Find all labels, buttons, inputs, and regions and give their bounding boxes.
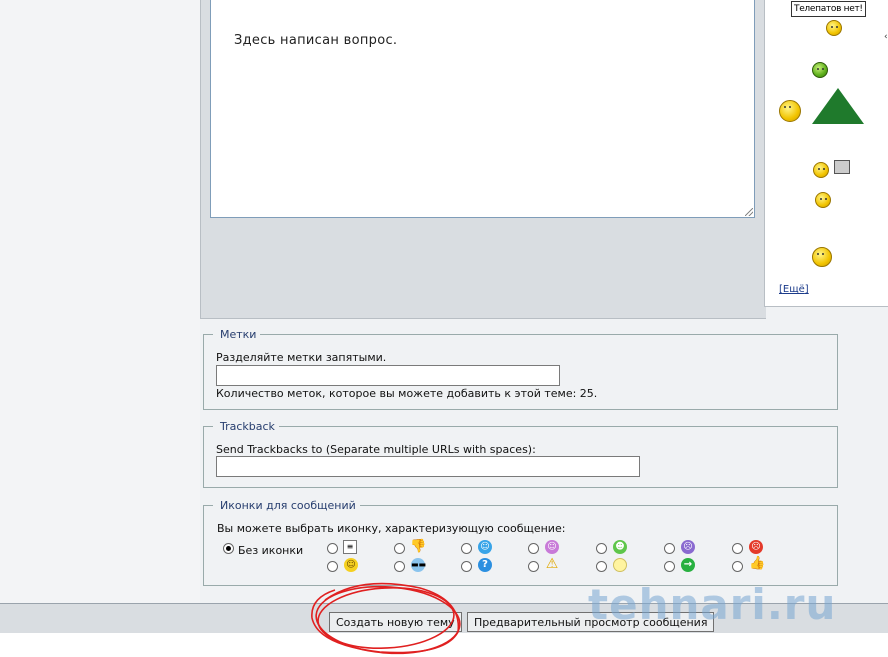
- watermark: tehnari.ru: [588, 580, 837, 629]
- post-icons-description: Вы можете выбрать иконку, характеризующу…: [217, 522, 566, 535]
- tags-hint: Разделяйте метки запятыми.: [216, 351, 387, 364]
- warning-icon: ⚠: [545, 556, 559, 572]
- create-topic-button[interactable]: Создать новую тему: [329, 612, 462, 632]
- trackback-input[interactable]: [216, 456, 640, 477]
- page-footer: [0, 633, 888, 657]
- christmas-tree-icon: [812, 88, 864, 124]
- grin-icon: ☻: [613, 540, 627, 554]
- cool-icon: ▬▬: [411, 558, 426, 572]
- telepath-smiley-icon[interactable]: [826, 20, 842, 36]
- monitor-icon: [834, 160, 850, 174]
- thumbs-down-icon: 👎: [410, 539, 427, 554]
- christmas-smiley-icon[interactable]: [779, 100, 801, 122]
- icon-radio-smile-purple[interactable]: [528, 543, 539, 554]
- thumbs-up-icon: 👍: [749, 556, 766, 571]
- tags-legend: Метки: [216, 328, 261, 341]
- icon-radio-sad-purple[interactable]: [664, 543, 675, 554]
- smiley-tooltip: Телепатов нет!: [791, 1, 866, 17]
- trackback-legend: Trackback: [216, 420, 279, 433]
- icon-radio-question[interactable]: [461, 561, 472, 572]
- dizzy-smiley-icon[interactable]: [812, 247, 832, 267]
- icon-radio-grin[interactable]: [596, 543, 607, 554]
- icon-radio-thumbs-down[interactable]: [394, 543, 405, 554]
- icon-radio-cool[interactable]: [394, 561, 405, 572]
- question-icon: ?: [478, 558, 492, 572]
- icon-radio-warning[interactable]: [528, 561, 539, 572]
- icon-radio-smile-yellow[interactable]: [327, 561, 338, 572]
- more-bracket-close: ]: [804, 284, 809, 295]
- computer-smiley-icon[interactable]: [813, 162, 829, 178]
- sad-purple-icon: ☹: [681, 540, 695, 554]
- icon-radio-smile-blue[interactable]: [461, 543, 472, 554]
- icon-radio-lightbulb[interactable]: [596, 561, 607, 572]
- icon-radio-document[interactable]: [327, 543, 338, 554]
- thinking-smiley-icon[interactable]: [815, 192, 831, 208]
- page-background-left: [0, 0, 200, 603]
- no-icon-radio[interactable]: [223, 543, 234, 554]
- smile-yellow-icon: ☺: [344, 558, 358, 572]
- smile-purple-icon: ☺: [545, 540, 559, 554]
- collapse-arrow-icon[interactable]: ‹: [884, 32, 888, 42]
- more-smilies-link[interactable]: [Ещё]: [779, 284, 809, 295]
- no-icon-label: Без иконки: [238, 544, 304, 557]
- resize-handle-icon[interactable]: [745, 208, 753, 216]
- trackback-label: Send Trackbacks to (Separate multiple UR…: [216, 443, 536, 456]
- tags-count-note: Количество меток, которое вы можете доба…: [216, 387, 598, 400]
- smile-blue-icon: ☺: [478, 540, 492, 554]
- icon-radio-angry-red[interactable]: [732, 543, 743, 554]
- document-icon: ≡: [343, 540, 357, 554]
- arrow-right-icon: →: [681, 558, 695, 572]
- alien-smiley-icon[interactable]: [812, 62, 828, 78]
- lightbulb-icon: [613, 558, 627, 572]
- message-textarea[interactable]: Здесь написан вопрос.: [210, 0, 755, 218]
- more-smilies-label[interactable]: Ещё: [783, 284, 805, 295]
- icon-radio-thumbs-up[interactable]: [732, 561, 743, 572]
- post-icons-legend: Иконки для сообщений: [216, 499, 360, 512]
- icon-radio-arrow-right[interactable]: [664, 561, 675, 572]
- angry-red-icon: ☹: [749, 540, 763, 554]
- message-text: Здесь написан вопрос.: [234, 33, 398, 48]
- tags-input[interactable]: [216, 365, 560, 386]
